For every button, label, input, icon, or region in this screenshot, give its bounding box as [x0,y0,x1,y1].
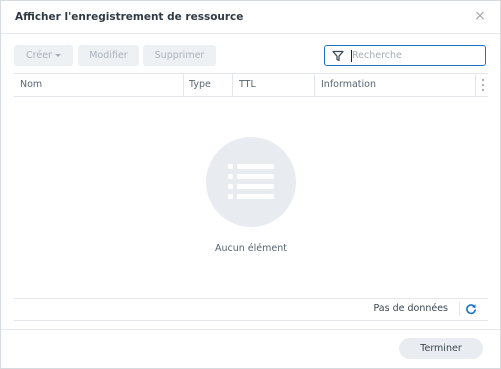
search-input[interactable] [351,47,480,63]
list-icon [228,164,274,199]
table-header: Nom Type TTL Information [14,73,488,97]
delete-button-label: Supprimer [154,50,205,61]
actions-divider [1,329,500,330]
close-icon[interactable]: × [472,8,488,24]
resource-record-dialog: Afficher l'enregistrement de ressource ×… [0,0,501,369]
column-header-information[interactable]: Information [321,74,376,96]
footer-divider [14,298,488,299]
column-separator [232,74,233,96]
finish-button-label: Terminer [420,343,462,354]
empty-state-illustration [206,137,296,227]
empty-state-message: Aucun élément [215,243,287,254]
column-separator [314,74,315,96]
footer-separator [459,302,460,316]
modify-button-label: Modifier [89,50,128,61]
search-box[interactable] [324,45,486,66]
column-separator [183,74,184,96]
column-header-ttl[interactable]: TTL [239,74,256,96]
filter-icon [332,50,344,62]
title-divider [1,33,500,34]
footer-divider [14,320,488,321]
column-menu-icon[interactable] [482,79,484,91]
delete-button[interactable]: Supprimer [143,45,216,66]
column-header-nom[interactable]: Nom [20,74,42,96]
finish-button[interactable]: Terminer [399,338,483,359]
refresh-icon[interactable] [465,303,477,315]
status-text: Pas de données [373,303,448,314]
column-separator [475,74,476,96]
modify-button[interactable]: Modifier [78,45,139,66]
column-header-type[interactable]: Type [189,74,211,96]
dialog-title: Afficher l'enregistrement de ressource [15,11,244,23]
chevron-down-icon [54,54,61,57]
create-button[interactable]: Créer [14,45,73,66]
create-button-label: Créer [26,50,52,61]
